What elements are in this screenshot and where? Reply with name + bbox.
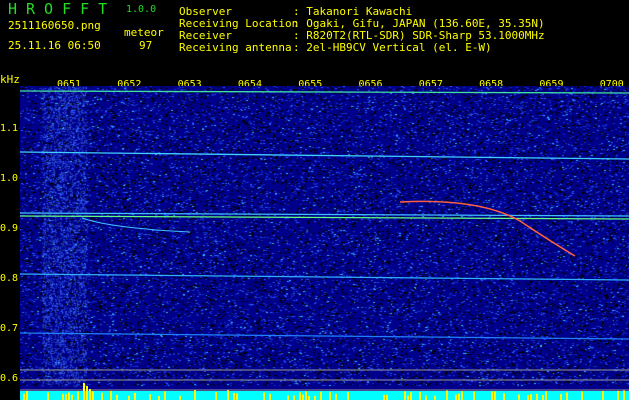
histogram-bar xyxy=(308,396,310,400)
histogram-bar xyxy=(101,393,103,400)
histogram-bar xyxy=(293,395,295,400)
histogram-bar xyxy=(530,394,532,400)
histogram-bar xyxy=(92,391,94,400)
info-label-antenna: Receiving antenna xyxy=(179,42,292,54)
histogram-bar xyxy=(68,392,70,400)
histogram-bar xyxy=(227,390,229,400)
histogram-bar xyxy=(116,395,118,400)
carrier-line xyxy=(20,333,629,339)
histogram-bar xyxy=(503,393,505,400)
app-version: 1.0.0 xyxy=(126,4,156,16)
filename: 2511160650.png xyxy=(8,20,101,32)
meteor-echo-trace xyxy=(400,201,575,256)
y-axis-label: kHz xyxy=(0,74,20,86)
histogram-bar xyxy=(566,393,568,400)
app-title: HROFFT xyxy=(8,3,116,15)
spectrogram-plot xyxy=(20,86,629,400)
histogram-bar xyxy=(215,392,217,400)
histogram-bar xyxy=(62,394,64,400)
histogram-bar xyxy=(542,395,544,400)
histogram-bar xyxy=(233,393,235,400)
histogram-bar xyxy=(419,392,421,400)
histogram-bar xyxy=(455,395,457,400)
histogram-bar xyxy=(110,391,112,400)
histogram-bar xyxy=(434,396,436,400)
info-value-antenna: 2el-HB9CV Vertical (el. E-W) xyxy=(306,41,491,54)
histogram-bar xyxy=(179,396,181,400)
histogram-bar xyxy=(581,391,583,400)
histogram-bar xyxy=(164,391,166,400)
histogram-bar xyxy=(263,392,265,400)
datetime: 25.11.16 06:50 xyxy=(8,40,101,52)
histogram-bar xyxy=(518,394,520,400)
histogram-bar xyxy=(134,393,136,400)
histogram-bar xyxy=(194,390,196,400)
histogram-bar xyxy=(71,395,73,400)
histogram-bar xyxy=(446,391,448,400)
carrier-line xyxy=(20,91,629,93)
histogram-bar xyxy=(494,391,496,400)
histogram-bar xyxy=(314,396,316,400)
histogram-bar xyxy=(383,395,385,400)
carrier-line xyxy=(20,274,629,280)
histogram-bar xyxy=(461,391,463,400)
histogram-bar xyxy=(26,391,28,400)
histogram-bar xyxy=(47,392,49,400)
histogram-bar xyxy=(287,395,289,400)
histogram-bar xyxy=(410,392,412,400)
spectrogram-traces xyxy=(20,86,629,400)
histogram-bar xyxy=(128,396,130,400)
histogram-bar xyxy=(65,394,67,400)
meteor-echo-trace xyxy=(82,218,190,232)
histogram-bar xyxy=(329,392,331,400)
histogram-bar xyxy=(302,395,304,400)
histogram-bar xyxy=(299,392,301,400)
carrier-line xyxy=(20,152,629,159)
histogram-bar xyxy=(491,391,493,400)
histogram-bar xyxy=(407,396,409,400)
histogram-bar xyxy=(527,395,529,400)
carrier-line xyxy=(20,216,629,219)
meteor-count: 97 xyxy=(139,40,152,52)
histogram-bar xyxy=(83,383,85,400)
histogram-bar xyxy=(473,391,475,400)
histogram-bar xyxy=(536,394,538,400)
meteor-label: meteor xyxy=(124,27,164,39)
histogram-bar xyxy=(320,392,322,400)
histogram-bar xyxy=(560,394,562,400)
histogram-bar xyxy=(23,394,25,400)
histogram-bar xyxy=(458,394,460,400)
histogram-bar xyxy=(545,391,547,400)
histogram-bar xyxy=(386,395,388,400)
histogram-bar xyxy=(269,394,271,400)
histogram-bar xyxy=(89,389,91,400)
histogram-bar xyxy=(305,391,307,400)
histogram-bar xyxy=(623,391,625,400)
histogram-bar xyxy=(404,391,406,400)
histogram-bar xyxy=(335,394,337,400)
carrier-line xyxy=(20,213,629,216)
histogram-bar xyxy=(149,394,151,400)
histogram-bar xyxy=(347,392,349,400)
histogram-bar xyxy=(425,395,427,400)
spectrogram-screen: HROFFT 1.0.0 2511160650.png 25.11.16 06:… xyxy=(0,0,629,400)
histogram-bar xyxy=(86,386,88,400)
histogram-bar xyxy=(602,391,604,400)
histogram-bar xyxy=(158,396,160,400)
histogram-bar xyxy=(77,391,79,400)
histogram-bar xyxy=(617,391,619,400)
histogram-bar xyxy=(236,394,238,400)
